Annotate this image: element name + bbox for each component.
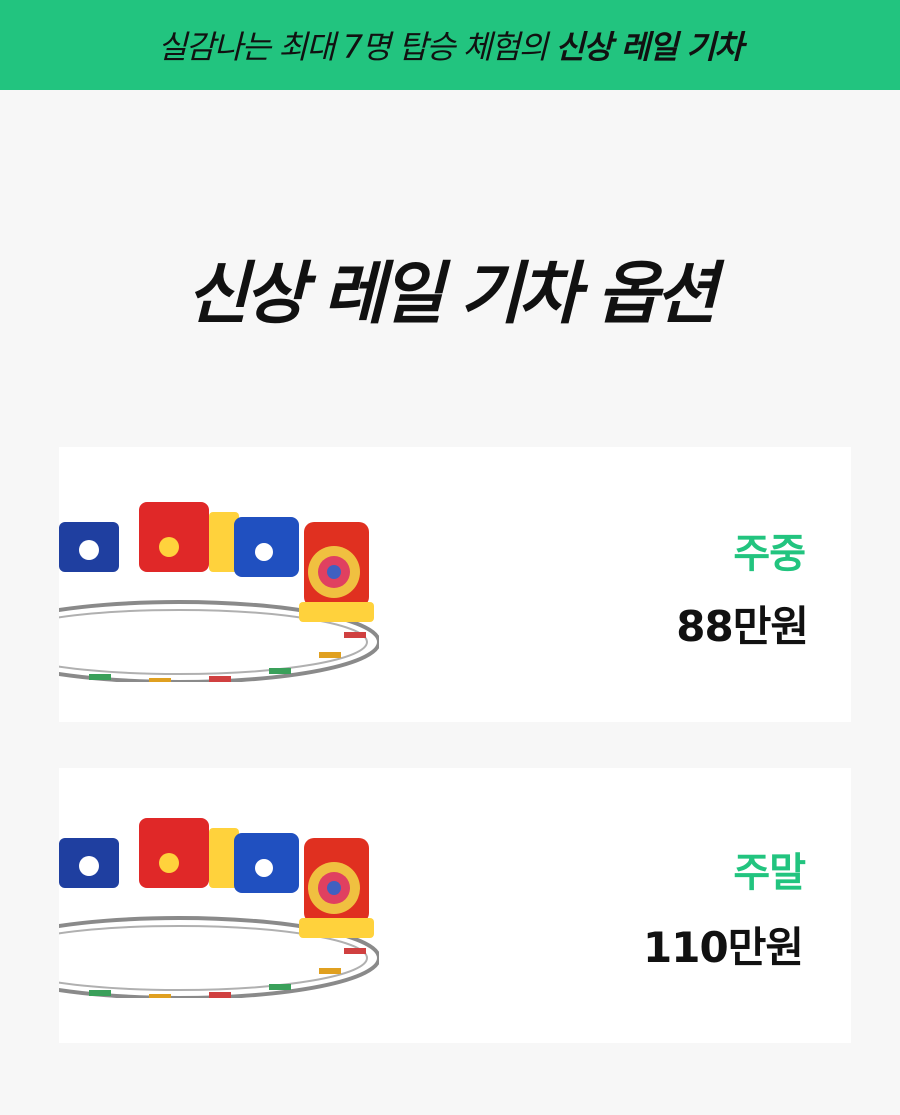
option-label: 주말 xyxy=(733,850,806,896)
banner-text: 실감나는 최대 7명 탑승 체험의 신상 레일 기차 xyxy=(157,22,744,68)
page-title: 신상 레일 기차 옵션 xyxy=(186,255,718,334)
banner-text-regular: 실감나는 최대 7명 탑승 체험의 xyxy=(157,28,556,66)
banner-text-bold: 신상 레일 기차 xyxy=(555,28,743,66)
option-label: 주중 xyxy=(733,531,806,577)
option-card-weekend: 주말 110만원 xyxy=(59,768,851,1043)
top-banner: 실감나는 최대 7명 탑승 체험의 신상 레일 기차 xyxy=(0,0,900,90)
train-illustration-icon xyxy=(59,818,379,998)
option-price: 110만원 xyxy=(643,923,804,972)
train-illustration-icon xyxy=(59,502,379,682)
option-price: 88만원 xyxy=(676,602,809,651)
option-card-weekday: 주중 88만원 xyxy=(59,447,851,722)
